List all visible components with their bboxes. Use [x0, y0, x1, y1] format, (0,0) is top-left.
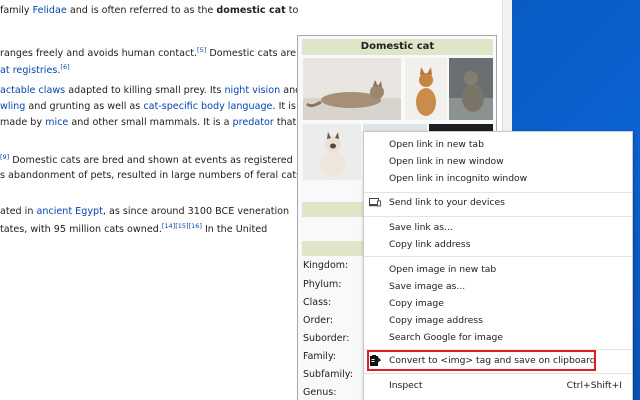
article-link[interactable]: at registries	[0, 65, 57, 76]
citation-link[interactable]: [6]	[60, 63, 69, 71]
menu-item-copy-image[interactable]: Copy image	[364, 295, 632, 312]
article-link[interactable]: Felidae	[33, 5, 67, 16]
menu-item-label: Copy image address	[389, 315, 483, 326]
taxonomy-row-label: Order:	[303, 315, 334, 326]
menu-item-label: Copy image	[389, 298, 444, 309]
article-text: domestic cat	[216, 5, 286, 16]
menu-item-open-link-new-window[interactable]: Open link in new window	[364, 153, 632, 170]
menu-item-save-link-as[interactable]: Save link as...	[364, 219, 632, 236]
article-line: at registries.[6]	[0, 63, 70, 76]
infobox-title: Domestic cat	[302, 39, 493, 55]
menu-item-label: Copy link address	[389, 239, 471, 250]
article-line: made by mice and other small mammals. It…	[0, 117, 307, 128]
menu-item-label: Open link in incognito window	[389, 173, 528, 184]
menu-separator	[364, 256, 632, 257]
menu-item-inspect[interactable]: Inspect Ctrl+Shift+I	[364, 377, 632, 394]
menu-item-open-image-new-tab[interactable]: Open image in new tab	[364, 261, 632, 278]
article-text: and grunting as well as	[25, 101, 144, 112]
article-text: to	[285, 5, 299, 16]
menu-item-label: Save link as...	[389, 222, 453, 233]
article-link[interactable]: predator	[233, 117, 274, 128]
highlight-box	[367, 350, 596, 371]
menu-item-send-link-devices[interactable]: Send link to your devices	[364, 194, 632, 211]
cat-image-abyssinian[interactable]	[405, 58, 447, 120]
taxonomy-row-label: Suborder:	[303, 333, 350, 344]
article-text: ranges freely and avoids human contact.	[0, 48, 198, 59]
context-menu: Open link in new tab Open link in new wi…	[363, 131, 633, 400]
menu-item-label: Open link in new window	[389, 156, 504, 167]
article-line: ated in ancient Egypt, as since around 3…	[0, 206, 289, 217]
article-line: [9] Domestic cats are bred and shown at …	[0, 153, 293, 166]
menu-item-search-google-image[interactable]: Search Google for image	[364, 329, 632, 346]
citation-link[interactable]: [5]	[197, 46, 206, 54]
article-link[interactable]: ancient Egypt	[36, 206, 102, 217]
article-line: tates, with 95 million cats owned.[14][1…	[0, 222, 267, 235]
article-text: ated in	[0, 206, 37, 217]
article-line: family Felidae and is often referred to …	[0, 5, 298, 16]
taxonomy-row-label: Genus:	[303, 387, 337, 398]
menu-item-save-image-as[interactable]: Save image as...	[364, 278, 632, 295]
menu-item-open-link-incognito[interactable]: Open link in incognito window	[364, 170, 632, 187]
article-text: and other small mammals. It is a	[68, 117, 233, 128]
menu-item-label: Open link in new tab	[389, 139, 484, 150]
article-text: Domestic cats are bred and shown at even…	[9, 155, 293, 166]
article-text: s abandonment of pets, resulted in large…	[0, 170, 302, 181]
article-text: adapted to killing small prey. Its	[65, 85, 225, 96]
article-text: tates, with 95 million cats owned.	[0, 224, 162, 235]
article-link[interactable]: night vision	[224, 85, 280, 96]
menu-item-label: Send link to your devices	[389, 197, 505, 208]
cat-image-siamese[interactable]	[303, 124, 361, 180]
taxonomy-row-label: Kingdom:	[303, 260, 349, 271]
menu-item-label: Search Google for image	[389, 332, 503, 343]
article-text: , as since around 3100 BCE veneration	[102, 206, 290, 217]
menu-item-copy-image-address[interactable]: Copy image address	[364, 312, 632, 329]
article-line: wling and grunting as well as cat-specif…	[0, 101, 305, 112]
article-line: s abandonment of pets, resulted in large…	[0, 170, 301, 181]
article-text: family	[0, 5, 33, 16]
taxonomy-row-label: Subfamily:	[303, 369, 353, 380]
menu-separator	[364, 373, 632, 374]
article-link[interactable]: cat-specific body language	[143, 101, 272, 112]
taxonomy-row-label: Phylum:	[303, 279, 342, 290]
article-line: ranges freely and avoids human contact.[…	[0, 46, 296, 59]
menu-item-open-link-new-tab[interactable]: Open link in new tab	[364, 136, 632, 153]
taxonomy-row-label: Family:	[303, 351, 337, 362]
menu-item-label: Open image in new tab	[389, 264, 497, 275]
menu-item-shortcut: Ctrl+Shift+I	[566, 380, 622, 391]
menu-item-label: Save image as...	[389, 281, 466, 292]
citation-link[interactable]: [9]	[0, 153, 9, 161]
article-text: and is often referred to as the	[66, 5, 217, 16]
menu-item-label: Inspect	[389, 380, 423, 391]
article-link[interactable]: actable claws	[0, 85, 65, 96]
article-text: made by	[0, 117, 46, 128]
article-text: Domestic cats are	[206, 48, 297, 59]
cat-image-tabby[interactable]	[449, 58, 493, 120]
article-link[interactable]: mice	[45, 117, 68, 128]
devices-icon	[369, 198, 381, 207]
taxonomy-row-label: Class:	[303, 297, 332, 308]
article-line: actable claws adapted to killing small p…	[0, 85, 301, 96]
menu-separator	[364, 192, 632, 193]
article-body: family Felidae and is often referred to …	[0, 0, 307, 400]
article-text: In the United	[201, 224, 268, 235]
cat-image-lying[interactable]	[303, 58, 401, 120]
menu-item-copy-link-address[interactable]: Copy link address	[364, 236, 632, 253]
citation-link[interactable]: [14][15][16]	[162, 222, 202, 230]
article-link[interactable]: wling	[0, 101, 25, 112]
menu-separator	[364, 216, 632, 217]
